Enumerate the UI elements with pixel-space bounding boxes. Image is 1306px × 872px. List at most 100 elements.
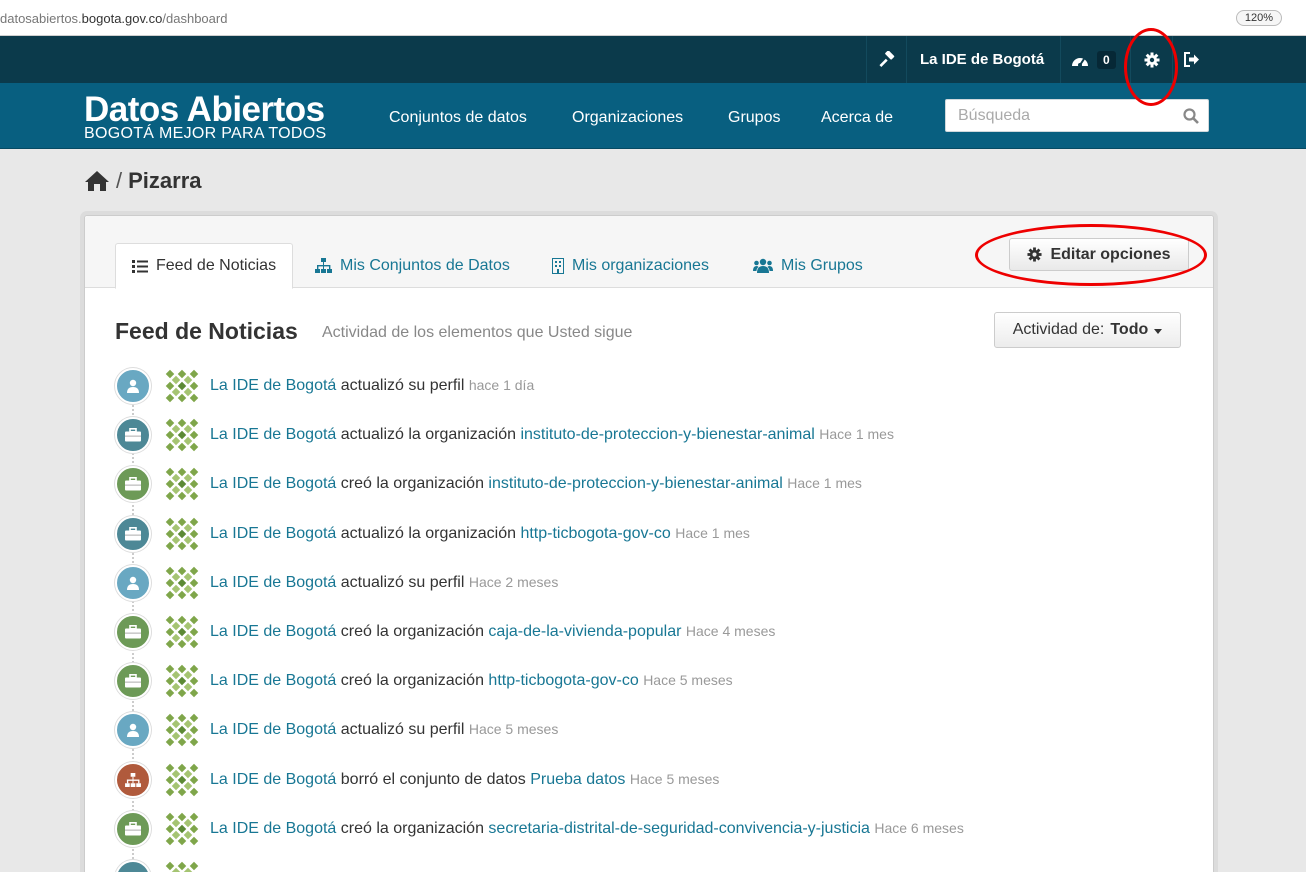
search-input[interactable] [946,100,1166,131]
url-text[interactable]: datosabiertos.bogota.gov.co/dashboard [0,11,227,26]
nav-datasets[interactable]: Conjuntos de datos [389,109,527,127]
user-avatar[interactable] [164,762,200,798]
search-icon[interactable] [1183,108,1199,124]
activity-text: La IDE de Bogotá actualizó su perfil hac… [210,377,534,395]
activity-action: creó la organización [340,475,484,493]
user-avatar[interactable] [164,614,200,650]
highlight-ellipse-gear [1124,28,1178,106]
activity-text: La IDE de Bogotá creó la organización ca… [210,623,775,641]
user-avatar[interactable] [164,516,200,552]
activity-text: La IDE de Bogotá borró el conjunto de da… [210,771,719,789]
object-link[interactable]: secretaria-distrital-de-seguridad-conviv… [488,820,869,837]
list-icon [132,259,148,273]
activity-item: La IDE de Bogotá creó la organización ht… [115,661,1195,701]
group-icon [753,258,773,273]
logout-icon[interactable] [1183,36,1200,83]
tab-my-organizations[interactable]: Mis organizaciones [536,243,725,288]
activity-text: La IDE de Bogotá actualizó su perfil Hac… [210,721,558,739]
activity-text: La IDE de Bogotá actualizó la organizaci… [210,426,894,444]
highlight-ellipse-edit [975,224,1207,286]
activity-action: actualizó la organización [340,426,516,444]
object-link[interactable]: instituto-de-proteccion-y-bienestar-anim… [488,475,782,492]
dashboard-icon [1072,57,1088,67]
dashboard-panel: Feed de Noticias Mis Conjuntos de Datos … [84,215,1214,872]
user-avatar[interactable] [164,368,200,404]
activity-action: creó la organización [340,623,484,640]
caret-down-icon [1154,328,1163,334]
user-avatar[interactable] [164,565,200,601]
actor-link[interactable]: La IDE de Bogotá [210,525,336,542]
object-link[interactable]: Prueba datos [530,771,625,788]
user-avatar[interactable] [164,860,200,872]
activity-date: Hace 4 meses [685,623,776,639]
activity-date: Hace 1 mes [819,426,894,443]
briefcase-icon [115,810,151,847]
tab-news-feed[interactable]: Feed de Noticias [115,243,294,289]
feed-title: Feed de Noticias [115,318,298,344]
actor-link[interactable]: La IDE de Bogotá [210,672,336,689]
activity-filter-dropdown[interactable]: Actividad de: Todo [994,312,1181,348]
user-avatar[interactable] [164,811,200,847]
briefcase-icon [115,515,151,552]
activity-item: La IDE de Bogotá creó la organización se… [115,809,1195,849]
object-link[interactable]: caja-de-la-vivienda-popular [488,623,681,640]
object-link[interactable]: instituto-de-proteccion-y-bienestar-anim… [520,426,814,443]
breadcrumb-separator: / [116,168,123,193]
user-icon [115,712,151,749]
actor-link[interactable]: La IDE de Bogotá [210,426,336,443]
activity-action: actualizó su perfil [340,573,465,591]
briefcase-icon [115,417,151,454]
activity-action: actualizó su perfil [340,377,465,394]
user-avatar[interactable] [164,417,200,453]
masthead: Datos Abiertos BOGOTÁ MEJOR PARA TODOS C… [0,83,1306,149]
activity-date: hace 1 día [468,377,535,393]
object-link[interactable]: http-ticbogota-gov-co [520,525,670,542]
activity-text: La IDE de Bogotá creó la organización ht… [210,672,733,690]
activity-action: borró el conjunto de datos [340,770,526,788]
sysadmin-gavel-icon[interactable] [878,36,896,83]
activity-item: La IDE de Bogotá actualizó su perfil hac… [115,366,1195,406]
activity-action: actualizó la organización [340,524,516,542]
activity-item: La IDE de Bogotá actualizó la organizaci… [115,514,1195,554]
tab-my-groups[interactable]: Mis Grupos [737,243,879,288]
activity-item-partial [115,858,1195,872]
actor-link[interactable]: La IDE de Bogotá [210,820,336,837]
activity-date: Hace 5 meses [468,721,559,738]
search-box [945,99,1209,132]
breadcrumb-current[interactable]: Pizarra [128,168,201,194]
nav-groups[interactable]: Grupos [728,109,780,127]
user-avatar[interactable] [164,712,200,748]
activity-date: Hace 5 meses [643,672,733,689]
sitemap-icon [115,761,151,798]
actor-link[interactable]: La IDE de Bogotá [210,771,336,788]
activity-date: Hace 2 meses [468,573,559,590]
activity-item: La IDE de Bogotá actualizó su perfil Hac… [115,710,1195,750]
dashboard-link[interactable]: 0 [1071,36,1116,83]
user-avatar[interactable] [164,663,200,699]
breadcrumb: / Pizarra [84,168,202,194]
user-avatar[interactable] [164,466,200,502]
activity-item: La IDE de Bogotá creó la organización ca… [115,612,1195,652]
user-name-link[interactable]: La IDE de Bogotá [920,36,1044,83]
address-bar[interactable]: datosabiertos.bogota.gov.co/dashboard 12… [0,0,1306,36]
object-link[interactable]: http-ticbogota-gov-co [488,672,638,689]
tab-my-datasets[interactable]: Mis Conjuntos de Datos [299,243,526,288]
activity-text: La IDE de Bogotá actualizó su perfil Hac… [210,574,558,592]
actor-link[interactable]: La IDE de Bogotá [210,475,336,492]
actor-link[interactable]: La IDE de Bogotá [210,377,336,394]
activity-date: Hace 6 meses [874,819,964,836]
activity-item: La IDE de Bogotá actualizó su perfil Hac… [115,563,1195,603]
dashboard-count-badge: 0 [1097,50,1116,69]
actor-link[interactable]: La IDE de Bogotá [210,623,336,640]
nav-organizations[interactable]: Organizaciones [572,109,683,127]
zoom-indicator[interactable]: 120% [1235,10,1282,26]
site-logo[interactable]: Datos Abiertos BOGOTÁ MEJOR PARA TODOS [84,92,327,142]
actor-link[interactable]: La IDE de Bogotá [210,721,336,738]
activity-date: Hace 1 mes [787,475,862,492]
actor-link[interactable]: La IDE de Bogotá [210,574,336,591]
home-icon[interactable] [84,170,110,192]
activity-item: La IDE de Bogotá borró el conjunto de da… [115,760,1195,800]
nav-about[interactable]: Acerca de [821,109,893,127]
briefcase-icon [115,860,151,872]
feed-subtitle: Actividad de los elementos que Usted sig… [322,324,633,341]
